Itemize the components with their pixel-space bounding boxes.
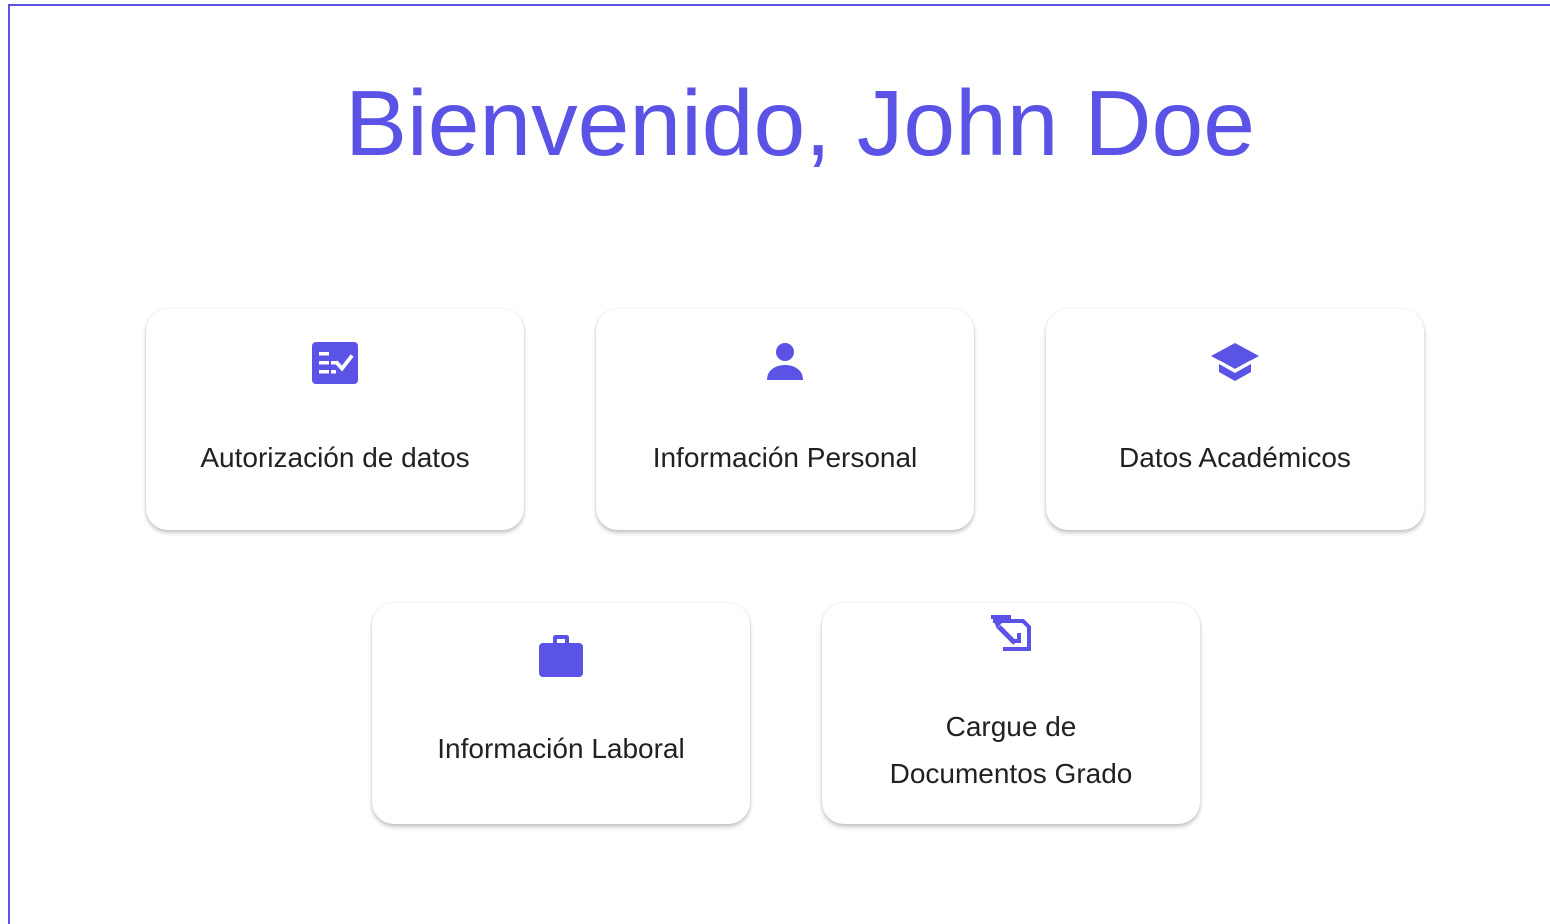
checklist-icon — [312, 342, 358, 384]
card-autorizacion-datos[interactable]: Autorización de datos — [146, 309, 524, 530]
person-icon — [767, 343, 803, 380]
card-label-line: Cargue de — [945, 711, 1077, 742]
graduation-cap-icon — [1211, 343, 1259, 381]
page-title: Bienvenido, John Doe — [345, 71, 1255, 175]
card-cargue-documentos-grado[interactable]: Cargue de Documentos Grado — [822, 603, 1200, 824]
card-label: Información Laboral — [437, 733, 685, 764]
card-informacion-laboral[interactable]: Información Laboral — [372, 603, 750, 824]
document-upload-icon — [991, 615, 1031, 651]
card-label-line: Documentos Grado — [889, 758, 1133, 789]
card-informacion-personal[interactable]: Información Personal — [596, 309, 974, 530]
card-label: Cargue de Documentos Grado — [822, 703, 1200, 797]
card-datos-academicos[interactable]: Datos Académicos — [1046, 309, 1424, 530]
card-label: Información Personal — [652, 442, 918, 473]
briefcase-icon — [539, 635, 583, 677]
app-frame: Bienvenido, John Doe Autorización de dat… — [8, 4, 1550, 924]
card-label: Autorización de datos — [200, 442, 470, 473]
card-label: Datos Académicos — [1119, 442, 1351, 473]
